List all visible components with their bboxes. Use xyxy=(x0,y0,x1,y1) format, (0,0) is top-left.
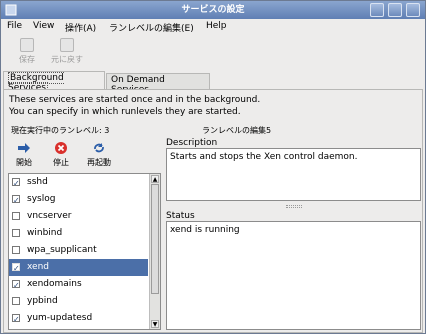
pane-splitter[interactable] xyxy=(166,201,421,208)
description-box: Starts and stops the Xen control daemon. xyxy=(166,148,421,201)
description-label: Description xyxy=(166,138,218,148)
tab-on-demand-services[interactable]: On Demand Services xyxy=(106,73,210,95)
service-name-xendomains: xendomains xyxy=(27,279,82,289)
service-row-vncserver[interactable]: vncserver xyxy=(9,208,148,225)
service-row-syslog[interactable]: syslog xyxy=(9,191,148,209)
status-text: xend is running xyxy=(170,225,240,235)
intro-text-1: These services are started once and in t… xyxy=(9,95,261,105)
intro-text-2: You can specify in which runlevels they … xyxy=(9,107,241,117)
service-row-ypbind[interactable]: ypbind xyxy=(9,293,148,310)
description-group: Description Starts and stops the Xen con… xyxy=(166,138,421,201)
service-name-vncserver: vncserver xyxy=(27,211,72,221)
stop-icon xyxy=(55,142,67,154)
service-checkbox-sshd[interactable] xyxy=(12,175,20,192)
service-name-xend: xend xyxy=(27,262,50,272)
scroll-down-button[interactable]: ▼ xyxy=(151,320,159,328)
background-services-panel: These services are started once and in t… xyxy=(3,89,423,333)
services-list[interactable]: sshd syslog vncserver winbind wpa_suppli… xyxy=(8,173,161,330)
menu-help[interactable]: Help xyxy=(206,21,227,31)
service-name-wpa-supplicant: wpa_supplicant xyxy=(27,245,97,255)
window-menu-icon[interactable] xyxy=(5,4,17,16)
restart-button[interactable]: 再起動 xyxy=(83,139,115,168)
service-row-xend[interactable]: xend xyxy=(9,259,148,277)
service-checkbox-syslog[interactable] xyxy=(12,192,20,209)
toolbar: 保存 元に戻す xyxy=(1,36,425,70)
splitter-grip-icon xyxy=(285,205,302,208)
service-row-yum-updatesd[interactable]: yum-updatesd xyxy=(9,310,148,328)
service-name-ypbind: ypbind xyxy=(27,296,58,306)
revert-label: 元に戻す xyxy=(51,55,83,64)
save-label: 保存 xyxy=(19,55,35,64)
service-name-sshd: sshd xyxy=(27,177,48,187)
service-checkbox-xend[interactable] xyxy=(12,260,20,277)
service-actions: 開始 停止 再起動 xyxy=(8,139,148,173)
description-text: Starts and stops the Xen control daemon. xyxy=(170,152,358,162)
tab-strip: Background Services On Demand Services xyxy=(3,71,423,95)
service-row-sshd[interactable]: sshd xyxy=(9,174,148,192)
service-checkbox-winbind[interactable] xyxy=(12,229,20,237)
status-group: Status xend is running xyxy=(166,211,421,330)
tab-background-services[interactable]: Background Services xyxy=(3,71,105,94)
service-checkbox-vncserver[interactable] xyxy=(12,212,20,220)
service-checkbox-yum-updatesd[interactable] xyxy=(12,311,20,328)
start-arrow-icon xyxy=(18,143,30,153)
start-button[interactable]: 開始 xyxy=(8,139,40,168)
scroll-thumb[interactable] xyxy=(151,184,159,294)
close-button[interactable] xyxy=(406,3,420,17)
menu-actions[interactable]: 操作(A) xyxy=(65,21,96,34)
revert-button[interactable]: 元に戻す xyxy=(49,38,85,65)
save-icon xyxy=(20,38,34,52)
scroll-up-button[interactable]: ▲ xyxy=(151,175,159,183)
menu-view[interactable]: View xyxy=(33,21,54,31)
service-checkbox-xendomains[interactable] xyxy=(12,277,20,294)
service-row-wpa-supplicant[interactable]: wpa_supplicant xyxy=(9,242,148,259)
restart-icon xyxy=(94,143,104,153)
status-box: xend is running xyxy=(166,221,421,330)
minimize-button[interactable] xyxy=(370,3,384,17)
save-button[interactable]: 保存 xyxy=(9,38,45,65)
service-name-winbind: winbind xyxy=(27,228,63,238)
stop-label: 停止 xyxy=(53,158,69,167)
current-runlevel: 現在実行中のランレベル: 3 xyxy=(11,126,110,135)
window-title: サービスの設定 xyxy=(181,5,245,15)
service-checkbox-wpa-supplicant[interactable] xyxy=(12,246,20,254)
revert-icon xyxy=(60,38,74,52)
restart-label: 再起動 xyxy=(87,158,111,167)
status-label: Status xyxy=(166,211,195,221)
editing-runlevel: ランレベルの編集5 xyxy=(202,126,272,135)
services-scrollbar[interactable]: ▲ ▼ xyxy=(149,174,160,329)
service-configuration-window: サービスの設定 File View 操作(A) ランレベルの編集(E) Help… xyxy=(0,0,426,334)
title-bar: サービスの設定 xyxy=(1,1,425,19)
service-name-yum-updatesd: yum-updatesd xyxy=(27,313,93,323)
menu-bar: File View 操作(A) ランレベルの編集(E) Help xyxy=(1,19,425,35)
menu-file[interactable]: File xyxy=(7,21,22,31)
service-row-winbind[interactable]: winbind xyxy=(9,225,148,242)
service-checkbox-ypbind[interactable] xyxy=(12,297,20,305)
menu-runlevel-edit[interactable]: ランレベルの編集(E) xyxy=(109,21,194,34)
maximize-button[interactable] xyxy=(388,3,402,17)
stop-button[interactable]: 停止 xyxy=(45,139,77,168)
service-name-syslog: syslog xyxy=(27,194,56,204)
service-row-xendomains[interactable]: xendomains xyxy=(9,276,148,294)
start-label: 開始 xyxy=(16,158,32,167)
